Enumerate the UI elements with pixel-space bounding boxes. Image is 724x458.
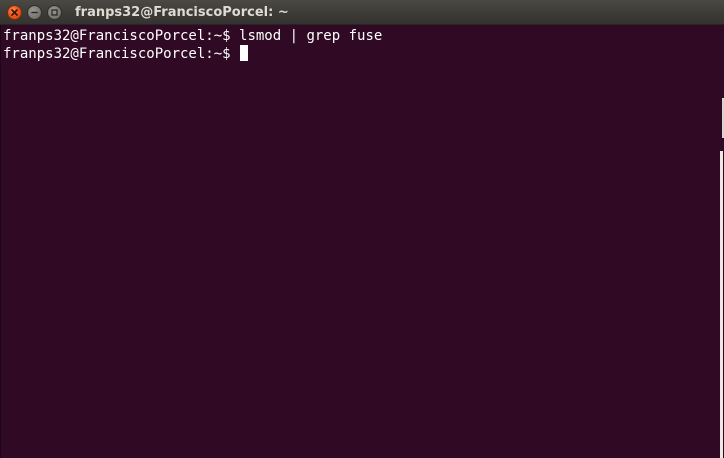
shell-command: lsmod | grep fuse bbox=[239, 28, 383, 44]
shell-prompt: franps32@FranciscoPorcel:~$ bbox=[3, 46, 240, 62]
scrollbar-thumb[interactable] bbox=[720, 151, 723, 458]
text-cursor bbox=[240, 45, 249, 61]
title-bar[interactable]: franps32@FranciscoPorcel: ~ bbox=[0, 0, 724, 25]
maximize-button[interactable] bbox=[47, 5, 62, 20]
terminal-line: franps32@FranciscoPorcel:~$ lsmod | grep… bbox=[3, 27, 719, 45]
terminal-line: franps32@FranciscoPorcel:~$ bbox=[3, 45, 719, 63]
maximize-icon bbox=[51, 9, 58, 16]
scrollbar[interactable] bbox=[719, 25, 724, 458]
close-icon bbox=[11, 9, 18, 16]
close-button[interactable] bbox=[7, 5, 22, 20]
terminal-window: franps32@FranciscoPorcel: ~ franps32@Fra… bbox=[0, 0, 724, 458]
window-title: franps32@FranciscoPorcel: ~ bbox=[75, 5, 289, 20]
shell-prompt: franps32@FranciscoPorcel:~$ bbox=[3, 28, 240, 44]
minimize-button[interactable] bbox=[27, 5, 42, 20]
terminal-output[interactable]: franps32@FranciscoPorcel:~$ lsmod | grep… bbox=[0, 25, 719, 458]
minimize-icon bbox=[31, 11, 38, 14]
